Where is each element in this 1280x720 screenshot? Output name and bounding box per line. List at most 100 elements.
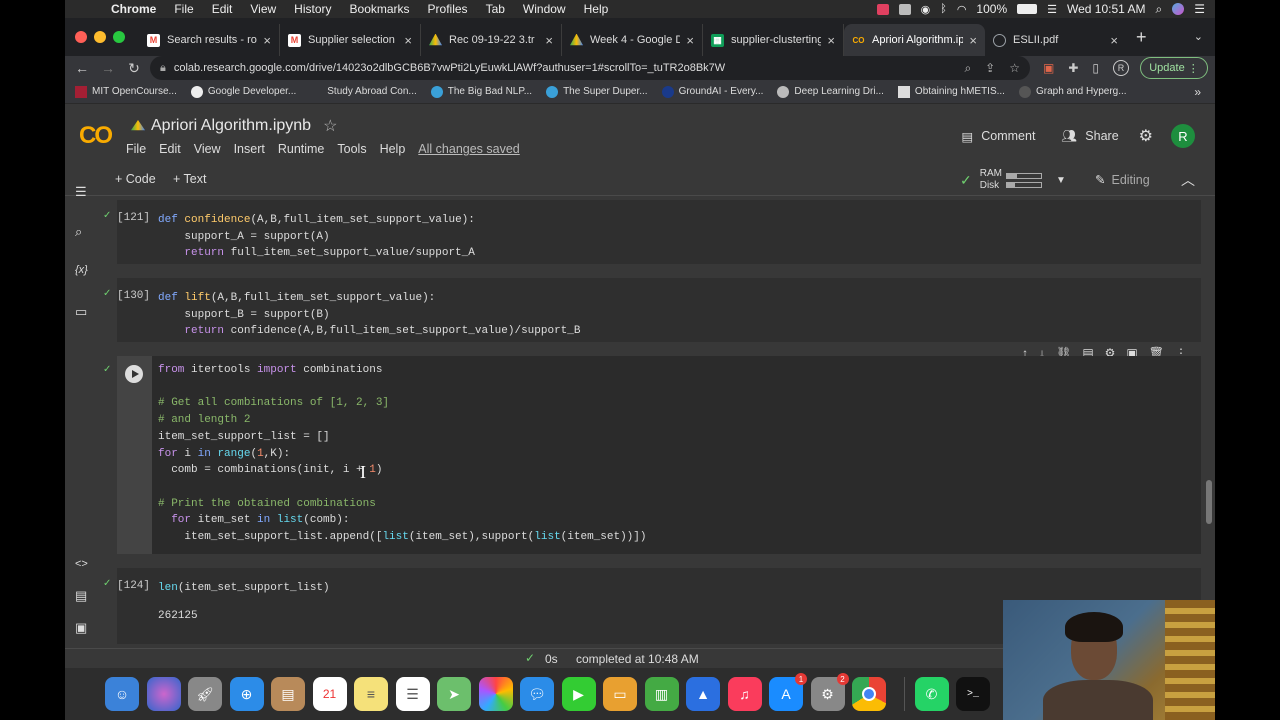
variables-icon[interactable]: {x} [75,264,88,276]
share-page-icon[interactable]: ⇪ [985,61,995,76]
resources-indicator[interactable]: ✓ RAM Disk ▼ [960,168,1066,192]
tab-search-icon[interactable]: ⌄ [1194,30,1203,43]
bookmark-item[interactable]: Graph and Hyperg... [1018,85,1127,98]
bookmark-item[interactable]: Obtaining hMETIS... [897,85,1005,98]
star-icon[interactable]: ☆ [323,116,337,136]
code-cell-active[interactable]: ✓ from itertools import combinations # G… [103,356,1201,554]
close-tab-icon[interactable]: × [1110,33,1118,48]
close-tab-icon[interactable]: × [404,33,412,48]
address-bar[interactable]: 🔒︎ colab.research.google.com/drive/14023… [150,56,1030,80]
profile-icon[interactable]: R [1113,60,1130,76]
app-store-icon[interactable]: A1 [769,673,807,711]
finder-icon[interactable]: ☺ [105,677,139,711]
notification-center-icon[interactable]: ☰ [1194,2,1205,16]
settings-button[interactable]: ⚙ [1139,126,1153,146]
close-tab-icon[interactable]: × [686,33,694,48]
close-tab-icon[interactable]: × [969,33,977,48]
toc-icon[interactable]: ☰ [75,184,87,200]
browser-tab-active[interactable]: CO Apriori Algorithm.ip × [844,24,985,56]
menu-tools[interactable]: Tools [337,142,366,156]
control-center-icon[interactable]: ☰ [1047,3,1057,16]
whatsapp-icon[interactable]: ✆ [914,677,949,711]
add-code-button[interactable]: + Code [115,172,156,186]
minimize-window-button[interactable] [94,31,106,43]
drive-icon[interactable] [131,120,145,131]
terminal-app-icon[interactable]: >_ [956,677,990,711]
bookmark-item[interactable]: Deep Learning Dri... [777,85,884,98]
search-icon[interactable]: ⌕ [75,224,82,240]
bookmark-item[interactable]: MIT OpenCourse... [75,85,177,98]
code-editor[interactable]: def confidence(A,B,full_item_set_support… [158,212,475,262]
menu-help[interactable]: Help [380,142,406,156]
back-icon[interactable]: ← [69,60,95,76]
menubar-edit[interactable]: Edit [212,2,233,16]
battery-icon[interactable] [1017,4,1038,14]
save-status[interactable]: All changes saved [418,142,519,156]
browser-tab[interactable]: ▦ supplier-clusterting × [703,24,844,56]
menubar-help[interactable]: Help [584,2,609,16]
calendar-icon[interactable]: 21 [312,677,347,711]
comment-button[interactable]: ▤ Comment [961,129,1035,144]
menubar-window[interactable]: Window [523,2,566,16]
command-palette-icon[interactable]: ▤ [75,588,87,604]
code-cell[interactable]: ✓ [121] def confidence(A,B,full_item_set… [103,200,1201,264]
spotlight-icon[interactable]: ⌕ [1156,2,1163,17]
completion-status[interactable]: completed at 10:48 AM [576,652,699,666]
scrollbar-thumb[interactable] [1206,480,1212,524]
add-text-button[interactable]: + Text [173,172,206,186]
close-tab-icon[interactable]: × [263,33,271,48]
bookmark-item[interactable]: GroundAI - Every... [661,85,763,98]
numbers-icon[interactable]: ▥ [644,677,679,711]
run-cell-button[interactable] [125,365,143,383]
menubar-clock[interactable]: Wed 10:51 AM [1067,2,1146,16]
forward-icon[interactable]: → [95,60,121,76]
notebook-title[interactable]: Apriori Algorithm.ipynb [151,117,311,135]
menubar-app-name[interactable]: Chrome [111,2,156,16]
bookmark-item[interactable]: Study Abroad Con... [310,86,417,98]
close-tab-icon[interactable]: × [545,33,553,48]
extension-icon[interactable]: ▣ [1043,61,1054,75]
reload-icon[interactable]: ↻ [121,60,147,77]
folder-icon[interactable]: ▭ [75,304,87,320]
menubar-bookmarks[interactable]: Bookmarks [350,2,410,16]
fullscreen-window-button[interactable] [113,31,125,43]
keynote-icon[interactable]: ▭ [603,677,637,711]
system-preferences-icon[interactable]: ⚙ 2 [810,673,849,711]
facetime-icon[interactable]: ▶ [561,677,596,711]
browser-tab[interactable]: ESLII.pdf × [985,24,1126,56]
scrollbar[interactable] [1206,200,1214,644]
avatar[interactable]: R [1171,124,1195,148]
reminders-icon[interactable]: ☰ [395,677,430,711]
bookmark-item[interactable]: The Big Bad NLP... [430,85,532,98]
drive-status-icon[interactable] [898,3,911,15]
menu-runtime[interactable]: Runtime [278,142,325,156]
sidebar-icon[interactable]: ▯ [1092,61,1099,75]
update-button[interactable]: Update ⋮ [1140,57,1208,79]
contacts-icon[interactable]: ▤ [271,677,305,711]
lock-icon[interactable]: 🔒︎ [160,62,166,75]
wifi-icon[interactable]: ◠ [957,3,967,16]
menubar-tab[interactable]: Tab [486,2,505,16]
bookmark-item[interactable]: The Super Duper... [546,85,648,98]
code-cell[interactable]: ✓ [130] def lift(A,B,full_item_set_suppo… [103,278,1201,342]
browser-tab[interactable]: M Search results - roh × [139,24,280,56]
bookmark-item[interactable]: Google Developer... [190,85,296,98]
more-bookmarks-icon[interactable]: » [1194,85,1201,99]
safari-icon[interactable]: ⊕ [229,677,264,711]
maps-icon[interactable]: ➤ [437,677,471,711]
menu-edit[interactable]: Edit [159,142,181,156]
browser-tab[interactable]: M Supplier selection c × [280,24,421,56]
close-window-button[interactable] [75,31,87,43]
editing-mode-button[interactable]: ✎ Editing [1095,172,1150,187]
bookmark-star-icon[interactable]: ☆ [1009,61,1020,76]
siri-icon[interactable] [146,677,181,711]
siri-icon[interactable] [1172,3,1185,15]
new-tab-button[interactable]: + [1136,27,1147,48]
menubar-profiles[interactable]: Profiles [428,2,468,16]
bluetooth-icon[interactable]: ᛒ [940,3,947,15]
zoom-icon[interactable]: ⌕ [964,61,971,76]
notes-icon[interactable]: ≡ [354,677,388,711]
chevron-down-icon[interactable]: ▼ [1056,175,1066,186]
browser-tab[interactable]: Week 4 - Google Dr × [562,24,703,56]
keynote-presentation-icon[interactable]: ▲ [686,677,720,711]
